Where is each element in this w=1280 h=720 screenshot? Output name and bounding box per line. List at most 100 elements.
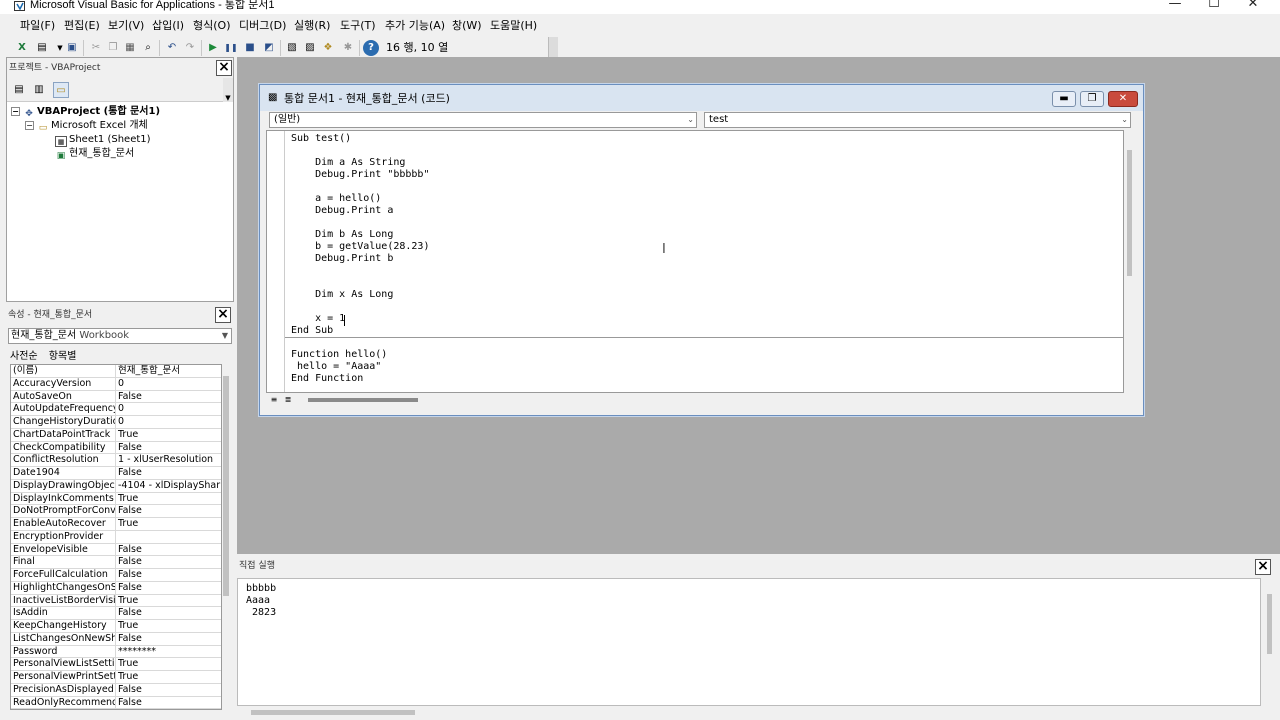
- property-row[interactable]: (이름) 현재_통합_문서: [11, 365, 221, 378]
- immediate-horizontal-scrollbar[interactable]: [237, 706, 1280, 720]
- run-icon[interactable]: ▶: [205, 40, 221, 56]
- code-line[interactable]: Function hello(): [291, 349, 387, 361]
- property-value[interactable]: True: [116, 671, 221, 683]
- paste-icon[interactable]: ▦: [122, 40, 138, 56]
- property-value[interactable]: False: [116, 544, 221, 556]
- code-line[interactable]: Dim a As String: [291, 157, 405, 169]
- property-row[interactable]: EnvelopeVisible False: [11, 543, 221, 557]
- tree-vbaproject[interactable]: − ✥ VBAProject (통합 문서1): [11, 106, 160, 120]
- code-line[interactable]: End Function: [291, 373, 363, 385]
- object-combo[interactable]: (일반) ⌄: [269, 112, 697, 128]
- project-explorer-icon[interactable]: ▧: [284, 40, 300, 56]
- code-line[interactable]: Debug.Print b: [291, 253, 393, 265]
- full-module-view-icon[interactable]: ≣: [282, 394, 294, 406]
- property-value[interactable]: 현재_통합_문서: [116, 365, 221, 377]
- design-mode-icon[interactable]: ◩: [261, 40, 277, 56]
- code-line[interactable]: Debug.Print a: [291, 205, 393, 217]
- insert-module-icon[interactable]: ▤: [34, 40, 50, 56]
- code-restore-button[interactable]: ❐: [1080, 91, 1104, 107]
- tree-thisworkbook[interactable]: ▣ 현재_통합_문서: [55, 148, 134, 162]
- property-row[interactable]: ChartDataPointTrack True: [11, 428, 221, 442]
- code-margin[interactable]: [267, 131, 285, 392]
- properties-object-select[interactable]: 현재_통합_문서 Workbook ▼: [8, 328, 232, 344]
- property-row[interactable]: DoNotPromptForConver False: [11, 505, 221, 518]
- property-value[interactable]: False: [116, 633, 221, 645]
- property-value[interactable]: True: [116, 493, 221, 505]
- tree-sheet1[interactable]: ▦ Sheet1 (Sheet1): [55, 134, 151, 147]
- code-window-titlebar[interactable]: ▩ 통합 문서1 - 현재_통합_문서 (코드) ▬ ❐ ✕: [260, 85, 1143, 111]
- property-value[interactable]: 0: [116, 378, 221, 390]
- property-row[interactable]: IsAddin False: [11, 607, 221, 620]
- property-row[interactable]: DisplayDrawingObjects -4104 - xlDisplaySh…: [11, 479, 221, 493]
- procedure-combo[interactable]: test ⌄: [704, 112, 1131, 128]
- collapse-icon[interactable]: −: [11, 107, 20, 116]
- break-icon[interactable]: ❚❚: [223, 40, 239, 56]
- menu-help[interactable]: 도움말(H): [490, 19, 537, 33]
- code-line[interactable]: End Sub: [291, 325, 333, 337]
- property-value[interactable]: True: [116, 518, 221, 530]
- property-row[interactable]: Password ********: [11, 645, 221, 659]
- property-row[interactable]: AutoUpdateFrequency 0: [11, 403, 221, 416]
- cut-icon[interactable]: ✂: [88, 40, 104, 56]
- property-value[interactable]: False: [116, 556, 221, 568]
- collapse-icon[interactable]: −: [25, 121, 34, 130]
- immediate-close-button[interactable]: ×: [1255, 559, 1271, 575]
- property-row[interactable]: ReadOnlyRecommende False: [11, 696, 221, 709]
- immediate-vertical-scrollbar[interactable]: [1261, 578, 1280, 706]
- menu-view[interactable]: 보기(V): [108, 19, 144, 33]
- code-horizontal-scrollbar[interactable]: [308, 398, 418, 402]
- minimize-button[interactable]: —: [1160, 0, 1190, 14]
- properties-scrollbar[interactable]: [222, 364, 230, 710]
- menu-tools[interactable]: 도구(T): [340, 19, 376, 33]
- property-row[interactable]: ChangeHistoryDuration 0: [11, 416, 221, 429]
- object-browser-icon[interactable]: ❖: [320, 40, 336, 56]
- chevron-down-icon[interactable]: ⌄: [687, 113, 694, 127]
- chevron-down-icon[interactable]: ⌄: [1121, 113, 1128, 127]
- menu-run[interactable]: 실행(R): [294, 19, 330, 33]
- immediate-output[interactable]: bbbbb Aaaa 2823: [237, 578, 1261, 706]
- property-row[interactable]: Date1904 False: [11, 467, 221, 480]
- toolbox-icon[interactable]: ✱: [340, 40, 356, 56]
- property-row[interactable]: AutoSaveOn False: [11, 390, 221, 404]
- property-row[interactable]: ForceFullCalculation False: [11, 569, 221, 582]
- property-value[interactable]: [116, 531, 221, 543]
- property-value[interactable]: False: [116, 467, 221, 479]
- properties-close-button[interactable]: ×: [215, 307, 231, 323]
- property-row[interactable]: DisplayInkComments True: [11, 492, 221, 506]
- code-line[interactable]: b = getValue(28.23): [291, 241, 429, 253]
- property-value[interactable]: 1 - xlUserResolution: [116, 454, 221, 466]
- copy-icon[interactable]: ❐: [105, 40, 121, 56]
- property-value[interactable]: 0: [116, 403, 221, 415]
- redo-icon[interactable]: ↷: [182, 40, 198, 56]
- property-row[interactable]: ListChangesOnNewShe False: [11, 632, 221, 646]
- toggle-folders-icon[interactable]: ▭: [53, 82, 69, 98]
- find-icon[interactable]: ⌕: [140, 40, 156, 56]
- tab-alphabetic[interactable]: 사전순: [10, 351, 38, 362]
- property-value[interactable]: False: [116, 569, 221, 581]
- view-object-icon[interactable]: ▥: [31, 82, 47, 98]
- menu-file[interactable]: 파일(F): [20, 19, 55, 33]
- property-value[interactable]: False: [116, 684, 221, 696]
- property-row[interactable]: Final False: [11, 556, 221, 569]
- property-row[interactable]: AccuracyVersion 0: [11, 377, 221, 391]
- property-value[interactable]: 0: [116, 416, 221, 428]
- code-editor[interactable]: I Sub test() Dim a As String Debug.Print…: [266, 130, 1124, 393]
- menu-edit[interactable]: 편집(E): [64, 19, 100, 33]
- property-value[interactable]: False: [116, 391, 221, 403]
- maximize-button[interactable]: ☐: [1199, 0, 1229, 14]
- property-row[interactable]: CheckCompatibility False: [11, 441, 221, 455]
- property-value[interactable]: False: [116, 442, 221, 454]
- tab-categorized[interactable]: 항목별: [49, 351, 77, 362]
- property-value[interactable]: False: [116, 505, 221, 517]
- property-row[interactable]: EnableAutoRecover True: [11, 518, 221, 531]
- chevron-down-icon[interactable]: ▼: [222, 329, 228, 343]
- property-row[interactable]: EncryptionProvider: [11, 530, 221, 544]
- save-icon[interactable]: ▣: [64, 40, 80, 56]
- property-value[interactable]: ********: [116, 646, 221, 658]
- code-line[interactable]: a = hello(): [291, 193, 381, 205]
- property-value[interactable]: True: [116, 658, 221, 670]
- menu-addins[interactable]: 추가 기능(A): [385, 19, 445, 33]
- property-value[interactable]: -4104 - xlDisplayShar: [116, 480, 221, 492]
- property-row[interactable]: InactiveListBorderVisibleTrue: [11, 594, 221, 608]
- procedure-view-icon[interactable]: ≡: [268, 394, 280, 406]
